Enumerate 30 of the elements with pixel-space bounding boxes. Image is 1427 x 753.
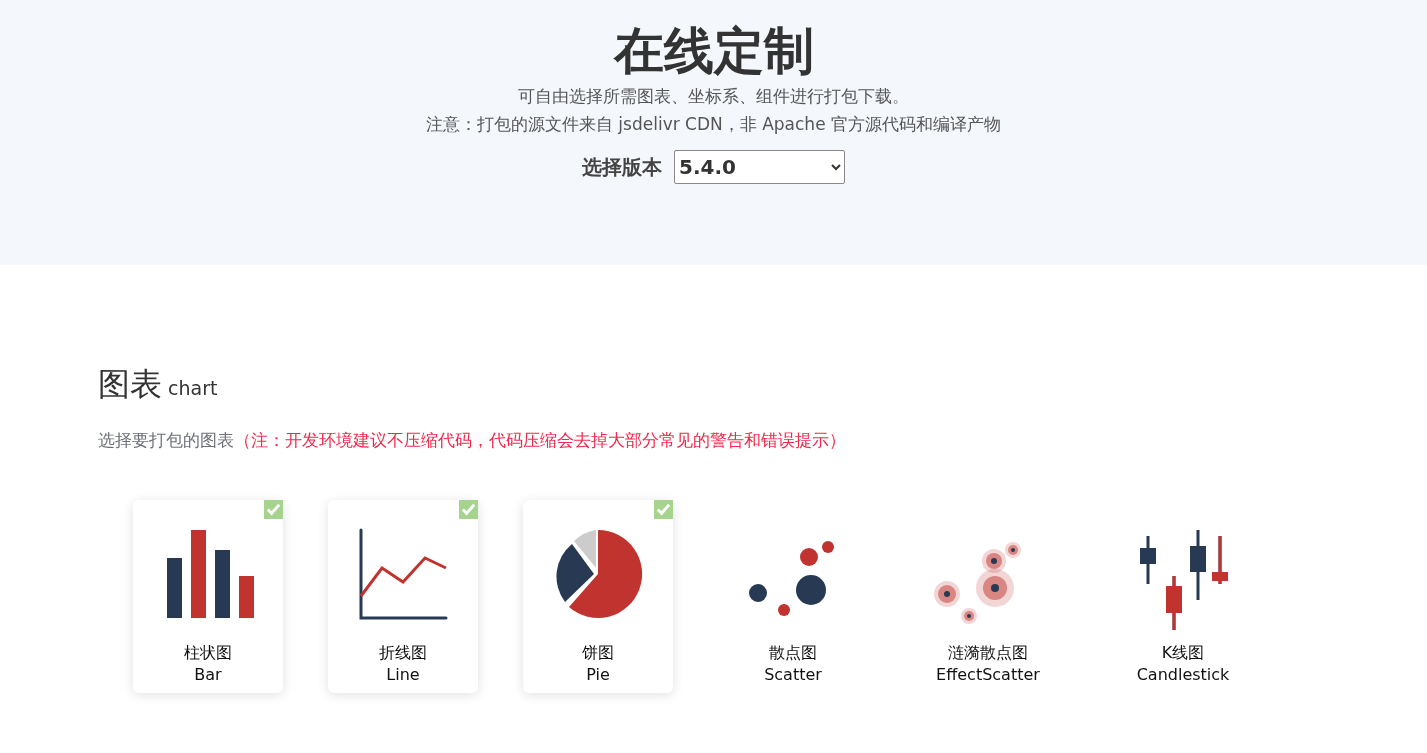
chart-type-card[interactable]: 柱状图 Bar (133, 500, 283, 693)
checkmark-icon (264, 500, 283, 519)
chart-type-card[interactable]: 涟漪散点图 EffectScatter (913, 500, 1063, 693)
chart-type-english-name: Candlestick (1136, 664, 1230, 686)
page-title: 在线定制 (613, 21, 814, 82)
chart-type-english-name: Line (386, 664, 420, 686)
warning-text: （注：开发环境建议不压缩代码，代码压缩会去掉大部分常见的警告和错误提示） (234, 430, 846, 450)
checkmark-icon (459, 500, 478, 519)
chart-type-card[interactable]: 散点图 Scatter (718, 500, 868, 693)
chart-type-name: 散点图 (769, 642, 817, 664)
chart-type-name: K线图 (1161, 642, 1205, 664)
chart-type-name: 折线图 (379, 642, 427, 664)
chart-type-card[interactable]: K线图 Candlestick (1108, 500, 1258, 693)
chart-type-english-name: EffectScatter (936, 664, 1040, 686)
notice-text: 注意：打包的源文件来自 jsdelivr CDN，非 Apache 官方源代码和编译产物 (425, 113, 1001, 136)
chart-type-card[interactable]: 折线图 Line (328, 500, 478, 693)
description-text: 可自由选择所需图表、坐标系、组件进行打包下载。 (518, 85, 909, 108)
chart-type-english-name: Bar (194, 664, 222, 686)
chart-type-name: 涟漪散点图 (948, 642, 1028, 664)
chart-type-card[interactable]: 饼图 Pie (523, 500, 673, 693)
chart-type-name: 饼图 (582, 642, 614, 664)
checkmark-icon (654, 500, 673, 519)
section-title: 图表 (98, 364, 162, 405)
chart-type-name: 柱状图 (184, 642, 232, 664)
chart-type-english-name: Pie (586, 664, 610, 686)
chart-type-english-name: Scatter (764, 664, 822, 686)
hint-text: 选择要打包的图表 (98, 430, 234, 450)
version-label: 选择版本 (582, 153, 662, 181)
section-subtitle: chart (168, 377, 218, 399)
version-select[interactable]: 5.4.0 (674, 150, 845, 184)
